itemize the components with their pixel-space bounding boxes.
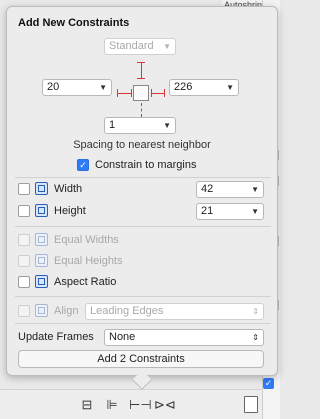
align-icon (35, 304, 48, 317)
view-box-icon (133, 85, 149, 101)
chevron-down-icon: ▼ (99, 83, 107, 92)
update-frames-value: None (109, 331, 136, 343)
height-label: Height (54, 205, 86, 217)
document-icon[interactable] (244, 396, 258, 413)
divider (15, 226, 271, 227)
height-value-select[interactable]: 21 ▼ (196, 203, 264, 220)
add-constraints-popover: Add New Constraints Standard ▼ 20 ▼ 226 … (6, 6, 278, 376)
top-spacing-select[interactable]: Standard ▼ (104, 38, 176, 55)
divider (15, 177, 271, 178)
width-value: 42 (201, 183, 214, 195)
height-value: 21 (201, 205, 214, 217)
height-checkbox[interactable] (18, 205, 30, 217)
chevron-down-icon: ▼ (251, 185, 259, 194)
height-constraint-icon (35, 204, 48, 217)
bottom-strut[interactable] (141, 103, 142, 117)
align-value: Leading Edges (90, 305, 164, 317)
align-select[interactable]: Leading Edges ⇕ (85, 303, 264, 320)
width-value-select[interactable]: 42 ▼ (196, 181, 264, 198)
constrain-margins-checkbox[interactable]: ✓ (77, 159, 89, 171)
divider (15, 296, 271, 297)
divider (15, 323, 271, 324)
add-constraints-button[interactable]: Add 2 Constraints (18, 350, 264, 368)
top-strut-cap (137, 78, 145, 79)
bottom-spacing-value: 1 (109, 119, 116, 131)
top-spacing-value: Standard (109, 40, 154, 52)
chevron-updown-icon: ⇕ (252, 333, 259, 342)
chevron-down-icon: ▼ (251, 207, 259, 216)
aspect-ratio-label: Aspect Ratio (54, 276, 117, 288)
equal-heights-checkbox[interactable] (18, 255, 30, 267)
right-spacing-select[interactable]: 226 ▼ (169, 79, 239, 96)
equal-widths-checkbox[interactable] (18, 234, 30, 246)
chevron-down-icon: ▼ (226, 83, 234, 92)
right-strut-cap (164, 89, 165, 97)
width-constraint-icon (35, 182, 48, 195)
bottom-spacing-select[interactable]: 1 ▼ (104, 117, 176, 134)
stack-icon[interactable]: ⊟ (79, 398, 95, 412)
aspect-ratio-checkbox[interactable] (18, 276, 30, 288)
width-label: Width (54, 183, 83, 195)
aspect-ratio-icon (35, 275, 48, 288)
constrain-margins-label: Constrain to margins (95, 159, 197, 171)
chevron-updown-icon: ⇕ (252, 307, 259, 316)
resolve-icon[interactable]: ⊳⊲ (154, 398, 176, 412)
align-label: Align (54, 305, 79, 317)
align-checkbox[interactable] (18, 305, 30, 317)
top-strut[interactable] (141, 62, 142, 79)
left-strut[interactable] (117, 93, 132, 94)
spacing-caption: Spacing to nearest neighbor (73, 139, 211, 151)
chevron-down-icon: ▼ (163, 42, 171, 51)
align-icon[interactable]: ⊫ (104, 398, 120, 412)
update-frames-select[interactable]: None ⇕ (104, 329, 264, 346)
equal-heights-icon (35, 254, 48, 267)
chevron-down-icon: ▼ (163, 121, 171, 130)
update-frames-label: Update Frames (18, 331, 94, 343)
equal-widths-label: Equal Widths (54, 234, 119, 246)
right-strut[interactable] (151, 93, 165, 94)
background-checkbox[interactable]: ✓ (263, 378, 274, 389)
left-spacing-value: 20 (47, 81, 60, 93)
left-strut-cap (131, 89, 132, 97)
width-checkbox[interactable] (18, 183, 30, 195)
equal-widths-icon (35, 233, 48, 246)
pin-icon[interactable]: ⊢⊣ (129, 398, 152, 412)
left-spacing-select[interactable]: 20 ▼ (42, 79, 112, 96)
equal-heights-label: Equal Heights (54, 255, 123, 267)
right-spacing-value: 226 (174, 81, 193, 93)
popover-title: Add New Constraints (18, 17, 130, 29)
